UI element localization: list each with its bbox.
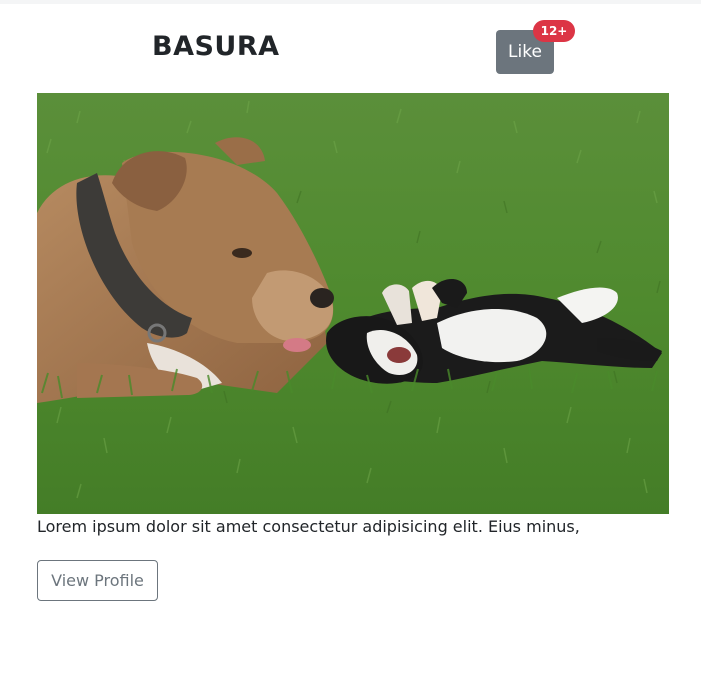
top-divider	[0, 0, 701, 4]
view-profile-button[interactable]: View Profile	[37, 560, 158, 601]
like-count-badge: 12+	[533, 20, 575, 42]
card-image	[37, 93, 669, 514]
card-description: Lorem ipsum dolor sit amet consectetur a…	[37, 517, 580, 536]
card-title: BASURA	[152, 31, 280, 62]
